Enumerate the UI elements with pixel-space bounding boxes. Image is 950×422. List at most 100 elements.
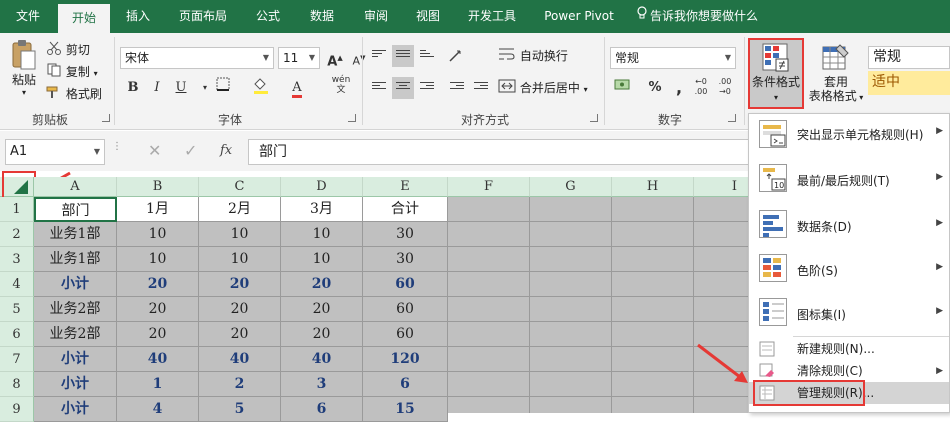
align-right-button[interactable] <box>416 77 438 99</box>
row-header-5[interactable]: 5 <box>0 297 34 322</box>
cell-e3[interactable]: 30 <box>363 247 448 272</box>
grow-font-button[interactable]: A▲ <box>324 47 346 69</box>
cell-a2[interactable]: 业务1部 <box>34 222 117 247</box>
cell-d6[interactable]: 20 <box>281 322 363 347</box>
cell-d8[interactable]: 3 <box>281 372 363 397</box>
font-launcher[interactable] <box>348 114 356 122</box>
row-header-9[interactable]: 9 <box>0 397 34 422</box>
font-color-button[interactable]: A <box>286 77 308 99</box>
column-header-a[interactable]: A <box>34 177 117 197</box>
insert-function-icon[interactable]: fx <box>220 143 232 158</box>
accounting-format-button[interactable] <box>612 77 634 99</box>
cell-a7[interactable]: 小计 <box>34 347 117 372</box>
tab-data[interactable]: 数据 <box>296 0 348 33</box>
menu-item-data-bars[interactable]: 数据条(D) ▶ <box>749 202 949 246</box>
tab-page-layout[interactable]: 页面布局 <box>166 0 240 33</box>
format-painter-button[interactable]: 格式刷 <box>46 85 102 104</box>
cell-d2[interactable]: 10 <box>281 222 363 247</box>
shrink-font-button[interactable]: A▼ <box>348 47 370 69</box>
cell-a8[interactable]: 小计 <box>34 372 117 397</box>
cell-b6[interactable]: 20 <box>117 322 199 347</box>
menu-item-clear-rules[interactable]: 清除规则(C) ▶ <box>749 360 949 382</box>
alignment-launcher[interactable] <box>590 114 598 122</box>
tab-view[interactable]: 视图 <box>404 0 452 33</box>
tab-insert[interactable]: 插入 <box>112 0 164 33</box>
cell-c9[interactable]: 5 <box>199 397 281 422</box>
cell-b4[interactable]: 20 <box>117 272 199 297</box>
style-neutral[interactable]: 适中 <box>868 71 950 95</box>
cell-c1[interactable]: 2月 <box>199 197 281 222</box>
align-center-button[interactable] <box>392 77 414 99</box>
align-left-button[interactable] <box>368 77 390 99</box>
menu-item-color-scales[interactable]: 色阶(S) ▶ <box>749 246 949 290</box>
percent-button[interactable]: % <box>644 77 666 99</box>
italic-button[interactable]: I <box>146 77 168 99</box>
column-header-e[interactable]: E <box>363 177 448 197</box>
align-bottom-button[interactable] <box>416 45 438 67</box>
cell-e6[interactable]: 60 <box>363 322 448 347</box>
number-format-combo[interactable]: 常规 ▼ <box>610 47 736 69</box>
decrease-decimal-button[interactable]: .00 →0 <box>714 77 736 99</box>
cell-b1[interactable]: 1月 <box>117 197 199 222</box>
cell-e9[interactable]: 15 <box>363 397 448 422</box>
style-normal[interactable]: 常规 <box>868 46 950 69</box>
cell-d7[interactable]: 40 <box>281 347 363 372</box>
font-name-combo[interactable]: 宋体 ▼ <box>120 47 274 69</box>
cell-e1[interactable]: 合计 <box>363 197 448 222</box>
cell-b8[interactable]: 1 <box>117 372 199 397</box>
cut-button[interactable]: 剪切 <box>46 41 90 60</box>
tell-me-box[interactable]: 告诉我你想要做什么 <box>636 0 786 33</box>
format-as-table-button[interactable]: 套用 表格格式 ▾ <box>808 39 864 107</box>
cell-a9[interactable]: 小计 <box>34 397 117 422</box>
align-middle-button[interactable] <box>392 45 414 67</box>
cell-d5[interactable]: 20 <box>281 297 363 322</box>
cell-a1[interactable]: 部门 <box>34 197 117 222</box>
font-size-combo[interactable]: 11 ▼ <box>278 47 320 69</box>
cell-a6[interactable]: 业务2部 <box>34 322 117 347</box>
column-header-d[interactable]: D <box>281 177 363 197</box>
cancel-icon[interactable]: ✕ <box>148 141 161 160</box>
cell-c4[interactable]: 20 <box>199 272 281 297</box>
phonetic-button[interactable]: wén 文 <box>330 75 352 97</box>
borders-button[interactable] <box>212 77 234 99</box>
cell-d9[interactable]: 6 <box>281 397 363 422</box>
cell-e7[interactable]: 120 <box>363 347 448 372</box>
cell-a4[interactable]: 小计 <box>34 272 117 297</box>
merge-center-button[interactable]: 合并后居中 ▾ <box>498 79 588 99</box>
row-header-3[interactable]: 3 <box>0 247 34 272</box>
column-header-h[interactable]: H <box>612 177 694 197</box>
cell-d1[interactable]: 3月 <box>281 197 363 222</box>
cell-e4[interactable]: 60 <box>363 272 448 297</box>
tab-developer[interactable]: 开发工具 <box>454 0 530 33</box>
row-header-8[interactable]: 8 <box>0 372 34 397</box>
underline-button[interactable]: U <box>170 77 192 99</box>
enter-icon[interactable]: ✓ <box>184 141 197 160</box>
tab-power-pivot[interactable]: Power Pivot <box>532 0 626 33</box>
copy-button[interactable]: 复制 ▾ <box>46 63 98 83</box>
column-header-b[interactable]: B <box>117 177 199 197</box>
orientation-button[interactable] <box>446 45 468 67</box>
cell-a5[interactable]: 业务2部 <box>34 297 117 322</box>
number-launcher[interactable] <box>728 114 736 122</box>
cell-a3[interactable]: 业务1部 <box>34 247 117 272</box>
row-header-2[interactable]: 2 <box>0 222 34 247</box>
cell-c3[interactable]: 10 <box>199 247 281 272</box>
cell-b2[interactable]: 10 <box>117 222 199 247</box>
cell-e5[interactable]: 60 <box>363 297 448 322</box>
column-header-c[interactable]: C <box>199 177 281 197</box>
cell-c5[interactable]: 20 <box>199 297 281 322</box>
column-header-g[interactable]: G <box>530 177 612 197</box>
align-top-button[interactable] <box>368 45 390 67</box>
menu-item-new-rule[interactable]: 新建规则(N)... <box>749 338 949 360</box>
cell-c2[interactable]: 10 <box>199 222 281 247</box>
cell-b9[interactable]: 4 <box>117 397 199 422</box>
paste-button[interactable]: 粘贴 ▾ <box>6 39 42 103</box>
wrap-text-button[interactable]: 自动换行 <box>498 47 568 66</box>
cell-b7[interactable]: 40 <box>117 347 199 372</box>
row-header-1[interactable]: 1 <box>0 197 34 222</box>
row-header-4[interactable]: 4 <box>0 272 34 297</box>
cell-c6[interactable]: 20 <box>199 322 281 347</box>
cell-b3[interactable]: 10 <box>117 247 199 272</box>
menu-item-top-bottom-rules[interactable]: 10 最前/最后规则(T) ▶ <box>749 156 949 202</box>
increase-indent-button[interactable] <box>470 77 492 99</box>
